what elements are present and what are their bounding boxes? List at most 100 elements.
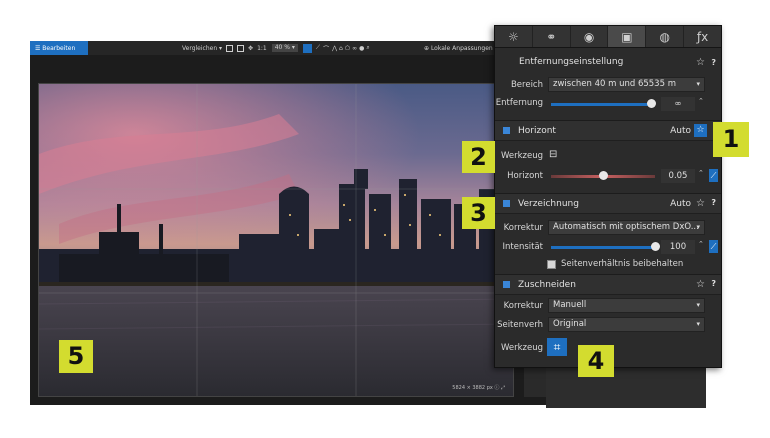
top-toolbar: ☰ Bearbeiten Vergleichen ▾ ✥ 1:1 40 % ▾ … — [30, 41, 546, 55]
shape-icon[interactable]: ⌂ — [339, 45, 343, 52]
zoom-select[interactable]: 40 % ▾ — [271, 44, 298, 52]
distance-title: Entfernungseinstellung — [519, 57, 624, 67]
distance-spinner-icon[interactable]: ⌃ — [698, 97, 704, 105]
tab-light[interactable]: ☼ — [495, 26, 533, 47]
crop-icon[interactable] — [302, 43, 312, 53]
horizon-spinner-icon[interactable]: ⌃ — [698, 169, 704, 177]
horizon-slider-knob[interactable] — [599, 171, 608, 180]
local-adjust-button[interactable]: ⊕ Lokale Anpassungen — [424, 41, 493, 55]
range-select[interactable]: zwischen 40 m und 65535 m ▾ — [548, 77, 705, 92]
tab-geometry[interactable]: ▣ — [608, 26, 647, 47]
local-adjust-label: Lokale Anpassungen — [430, 44, 493, 52]
horizon-title: Horizont — [518, 125, 556, 136]
chevron-down-icon: ▾ — [696, 301, 700, 309]
tab-effects[interactable]: ƒx — [684, 26, 721, 47]
screenshot-stage: ☰ Bearbeiten Vergleichen ▾ ✥ 1:1 40 % ▾ … — [0, 0, 770, 438]
crop-correction-select[interactable]: Manuell ▾ — [548, 298, 705, 313]
crop-correction-label: Korrektur — [503, 301, 543, 311]
crop-title: Zuschneiden — [518, 279, 576, 290]
panel-tabs: ☼ ⚭ ◉ ▣ ◍ ƒx — [495, 26, 721, 48]
horizon-star-icon[interactable]: ☆ — [694, 124, 707, 137]
detail-icon: ◉ — [583, 29, 595, 44]
crop-enable-toggle[interactable] — [503, 281, 510, 288]
compare-button[interactable]: Vergleichen ▾ — [182, 45, 222, 52]
ratio-button[interactable]: 1:1 — [257, 45, 267, 52]
crop-ratio-value: Original — [553, 319, 587, 329]
crop-star-icon[interactable]: ☆ — [696, 279, 705, 290]
horizon-icon[interactable]: ⌒ — [323, 44, 329, 53]
range-value: zwischen 40 m und 65535 m — [553, 79, 676, 89]
intensity-picker-icon[interactable]: ⟋ — [709, 240, 718, 253]
perspective-icon[interactable]: ⋀ — [332, 45, 337, 52]
distortion-enable-toggle[interactable] — [503, 200, 510, 207]
fullscreen-icon[interactable] — [237, 44, 245, 52]
picker-icon[interactable]: ⟋ — [316, 44, 320, 52]
distortion-help-icon[interactable]: ? — [711, 198, 716, 207]
intensity-spinner-icon[interactable]: ⌃ — [698, 240, 704, 248]
intensity-slider[interactable] — [551, 246, 655, 249]
distance-label: Entfernung — [495, 98, 543, 108]
shape2-icon[interactable]: ⬠ — [345, 45, 350, 52]
callout-2: 2 — [462, 141, 495, 173]
crop-tool-button[interactable]: ⌗ — [547, 338, 567, 356]
horizon-tool-icon[interactable]: ⊟ — [549, 149, 557, 160]
horizon-section: Horizont Auto ☆ Werkzeug ⊟ Horizont 0.05… — [495, 120, 721, 190]
local-adjust-icon: ⊕ — [424, 44, 431, 52]
crop-header[interactable]: Zuschneiden ☆ ? — [495, 275, 721, 295]
horizon-tool-label: Werkzeug — [500, 151, 543, 161]
color-circles-icon: ⚭ — [546, 29, 557, 44]
callout-1: 1 — [713, 122, 749, 157]
horizon-enable-toggle[interactable] — [503, 127, 510, 134]
distance-slider[interactable] — [551, 103, 655, 106]
edit-button[interactable]: ☰ Bearbeiten — [30, 41, 88, 55]
repair-icon[interactable]: ⌕ — [366, 44, 369, 52]
geometry-icon: ▣ — [621, 29, 633, 44]
distance-help-icon[interactable]: ? — [711, 58, 716, 67]
keep-ratio-label: Seitenverhältnis beibehalten — [561, 259, 684, 269]
distortion-star-icon[interactable]: ☆ — [696, 198, 705, 209]
distance-slider-knob[interactable] — [646, 99, 656, 108]
sun-icon: ☼ — [508, 29, 519, 44]
callout-5: 5 — [59, 340, 93, 373]
callout-3: 3 — [462, 197, 495, 229]
distortion-auto-button[interactable]: Auto — [670, 199, 691, 209]
horizon-picker-icon[interactable]: ⟋ — [709, 169, 718, 182]
distance-value[interactable]: ∞ — [661, 97, 695, 111]
distortion-correction-select[interactable]: Automatisch mit optischem DxO... ▾ — [548, 220, 705, 235]
distortion-correction-label: Korrektur — [503, 223, 543, 233]
distance-section: Entfernungseinstellung ☆ ? Bereich zwisc… — [495, 49, 721, 115]
tab-color[interactable]: ⚭ — [533, 26, 571, 47]
crop-ratio-label: Seitenverh — [497, 320, 543, 330]
pan-icon[interactable]: ✥ — [248, 45, 253, 52]
local-icon: ◍ — [659, 29, 670, 44]
intensity-slider-knob[interactable] — [651, 242, 660, 251]
distortion-correction-value: Automatisch mit optischem DxO... — [553, 222, 699, 232]
tab-local[interactable]: ◍ — [646, 26, 685, 47]
split-view-icon[interactable] — [226, 44, 234, 52]
chevron-down-icon: ▾ — [696, 80, 700, 88]
crop-help-icon[interactable]: ? — [711, 279, 716, 288]
correction-settings-panel: ☼ ⚭ ◉ ▣ ◍ ƒx Entfernungseinstellung ☆ ? … — [494, 25, 722, 368]
chevron-down-icon: ▾ — [696, 223, 700, 231]
horizon-value[interactable]: 0.05 — [661, 169, 695, 183]
range-label: Bereich — [510, 80, 543, 90]
tab-detail[interactable]: ◉ — [571, 26, 609, 47]
eye-icon[interactable]: ● — [359, 45, 364, 52]
callout-4: 4 — [578, 345, 614, 377]
intensity-value[interactable]: 100 — [661, 240, 695, 254]
crop-icon: ⌗ — [553, 340, 561, 354]
london-skyline-photo — [39, 84, 513, 396]
fx-icon: ƒx — [696, 29, 709, 44]
crop-ratio-select[interactable]: Original ▾ — [548, 317, 705, 332]
distance-star-icon[interactable]: ☆ — [696, 57, 705, 68]
horizon-auto-button[interactable]: Auto — [670, 126, 691, 136]
distortion-header[interactable]: Verzeichnung Auto ☆ ? — [495, 194, 721, 214]
distortion-section: Verzeichnung Auto ☆ ? Korrektur Automati… — [495, 193, 721, 273]
photo-canvas[interactable]: 5824 × 3882 px ⓘ ⤢ — [38, 83, 514, 397]
keep-ratio-checkbox[interactable] — [547, 260, 556, 269]
photo-size-info: 5824 × 3882 px ⓘ ⤢ — [452, 385, 505, 391]
distortion-title: Verzeichnung — [518, 198, 579, 209]
horizon-header[interactable]: Horizont Auto ☆ — [495, 121, 721, 141]
link-icon[interactable]: ∞ — [352, 45, 357, 52]
crop-tool-label: Werkzeug — [500, 343, 543, 353]
